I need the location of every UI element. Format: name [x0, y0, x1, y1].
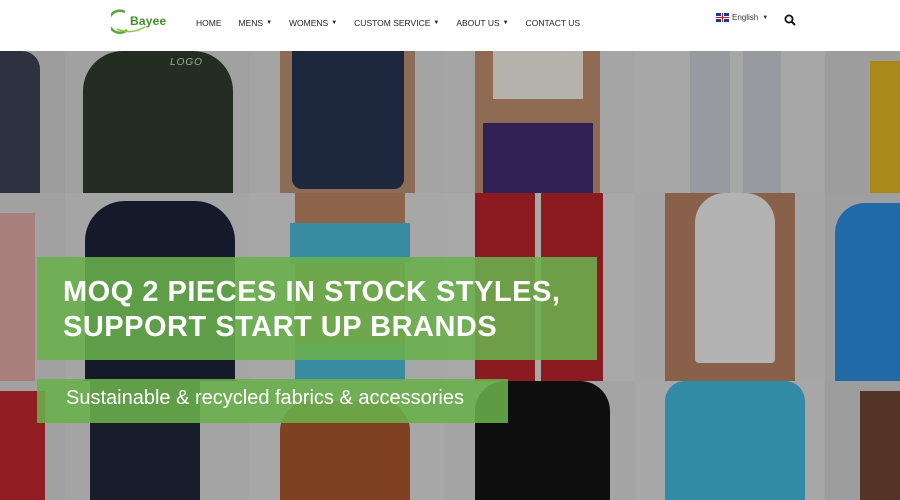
chevron-down-icon: ▼: [762, 14, 769, 21]
main-nav: HOME MENS ▼ WOMENS ▼ CUSTOM SERVICE ▼ AB…: [196, 0, 597, 45]
hero-subline: Sustainable & recycled fabrics & accesso…: [66, 387, 464, 409]
nav-custom-service[interactable]: CUSTOM SERVICE ▼: [354, 18, 439, 28]
chevron-down-icon: ▼: [266, 19, 273, 26]
nav-mens[interactable]: MENS ▼: [239, 18, 273, 28]
subline-banner: Sustainable & recycled fabrics & accesso…: [37, 379, 508, 423]
nav-contact-us-label: CONTACT US: [525, 17, 581, 28]
uk-flag-icon: [716, 13, 729, 22]
nav-custom-service-label: CUSTOM SERVICE: [354, 17, 431, 28]
language-label: English: [732, 13, 759, 22]
hero-headline-line-1: MOQ 2 PIECES IN STOCK STYLES,: [63, 276, 561, 308]
nav-home[interactable]: HOME: [196, 18, 222, 28]
language-selector[interactable]: English ▼: [716, 13, 768, 22]
nav-contact-us[interactable]: CONTACT US: [526, 18, 580, 28]
nav-womens[interactable]: WOMENS ▼: [289, 18, 337, 28]
site-header: Bayee HOME MENS ▼ WOMENS ▼ CUSTOM SERVIC…: [0, 0, 900, 51]
brand-logo[interactable]: Bayee: [111, 9, 166, 35]
search-icon: [784, 14, 796, 26]
chevron-down-icon: ▼: [502, 19, 509, 26]
hero-headline-line-2: SUPPORT START UP BRANDS: [63, 311, 498, 343]
logo-text: Bayee: [130, 14, 167, 28]
hero-banner[interactable]: LOGO MOQ 2 PIECES IN STOCK STYLES, SUPPO…: [0, 51, 900, 500]
nav-about-us[interactable]: ABOUT US ▼: [456, 18, 508, 28]
nav-womens-label: WOMENS: [289, 17, 329, 28]
chevron-down-icon: ▼: [331, 19, 338, 26]
nav-home-label: HOME: [196, 17, 222, 28]
headline-banner: MOQ 2 PIECES IN STOCK STYLES, SUPPORT ST…: [37, 257, 597, 360]
chevron-down-icon: ▼: [433, 19, 440, 26]
nav-about-us-label: ABOUT US: [456, 17, 500, 28]
nav-mens-label: MENS: [238, 17, 264, 28]
search-button[interactable]: [784, 13, 796, 26]
hero-headline: MOQ 2 PIECES IN STOCK STYLES, SUPPORT ST…: [63, 275, 593, 345]
